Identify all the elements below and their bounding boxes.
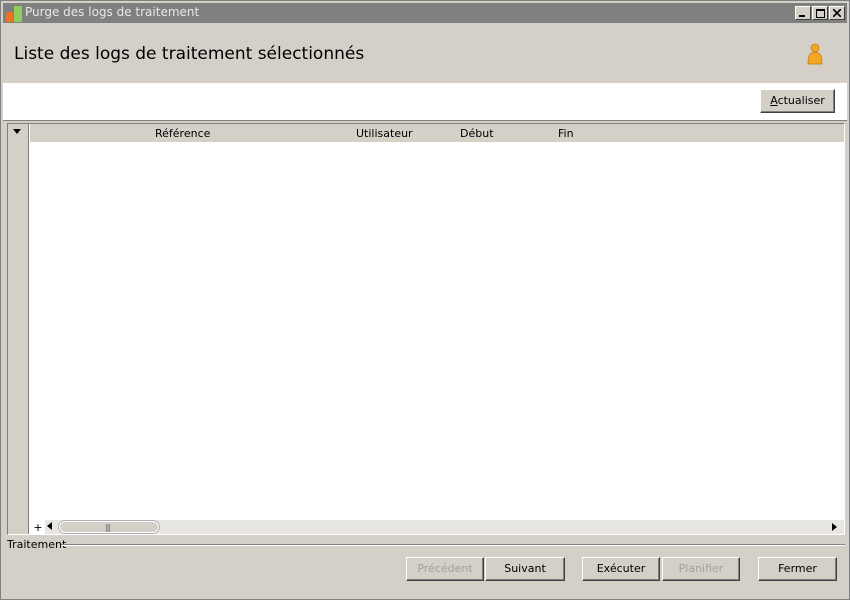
execute-button[interactable]: Exécuter bbox=[582, 557, 660, 581]
previous-button[interactable]: Précédent bbox=[406, 557, 484, 581]
app-logo-icon bbox=[6, 6, 22, 22]
close-window-button[interactable] bbox=[829, 6, 845, 20]
dropdown-arrow-icon[interactable] bbox=[13, 129, 21, 134]
title-bar[interactable]: Purge des logs de traitement bbox=[3, 3, 847, 23]
group-divider bbox=[61, 544, 845, 546]
close-button[interactable]: Fermer bbox=[758, 557, 837, 581]
column-header-reference[interactable]: Référence bbox=[155, 127, 210, 140]
scrollbar-thumb[interactable]: ||| bbox=[59, 521, 159, 533]
column-header-user[interactable]: Utilisateur bbox=[356, 127, 413, 140]
minimize-icon bbox=[799, 15, 805, 17]
schedule-button[interactable]: Planifier bbox=[662, 557, 740, 581]
grid-row-header bbox=[8, 124, 29, 534]
column-header-end[interactable]: Fin bbox=[558, 127, 574, 140]
group-label-traitement: Traitement bbox=[7, 538, 69, 551]
grid-column-header: Référence Utilisateur Début Fin bbox=[30, 124, 844, 142]
column-header-start[interactable]: Début bbox=[460, 127, 494, 140]
toolbar: Actualiser bbox=[3, 83, 847, 121]
scroll-right-arrow-icon[interactable] bbox=[832, 523, 837, 531]
add-row-button[interactable]: + bbox=[31, 522, 45, 534]
maximize-icon bbox=[815, 8, 825, 18]
next-button[interactable]: Suivant bbox=[485, 557, 565, 581]
logs-grid[interactable]: Référence Utilisateur Début Fin + ||| bbox=[7, 123, 845, 535]
minimize-button[interactable] bbox=[795, 6, 811, 20]
horizontal-scrollbar[interactable]: ||| bbox=[45, 520, 844, 534]
maximize-button[interactable] bbox=[812, 6, 828, 20]
scroll-left-arrow-icon[interactable] bbox=[47, 522, 52, 530]
page-title: Liste des logs de traitement sélectionné… bbox=[14, 44, 365, 64]
main-window: Purge des logs de traitement Liste des l… bbox=[0, 0, 850, 600]
user-icon[interactable] bbox=[806, 43, 824, 65]
header-panel: Liste des logs de traitement sélectionné… bbox=[3, 23, 847, 83]
scrollbar-grip: ||| bbox=[105, 523, 111, 532]
window-title: Purge des logs de traitement bbox=[25, 5, 200, 19]
refresh-button[interactable]: Actualiser bbox=[760, 89, 835, 113]
close-icon bbox=[833, 9, 841, 17]
